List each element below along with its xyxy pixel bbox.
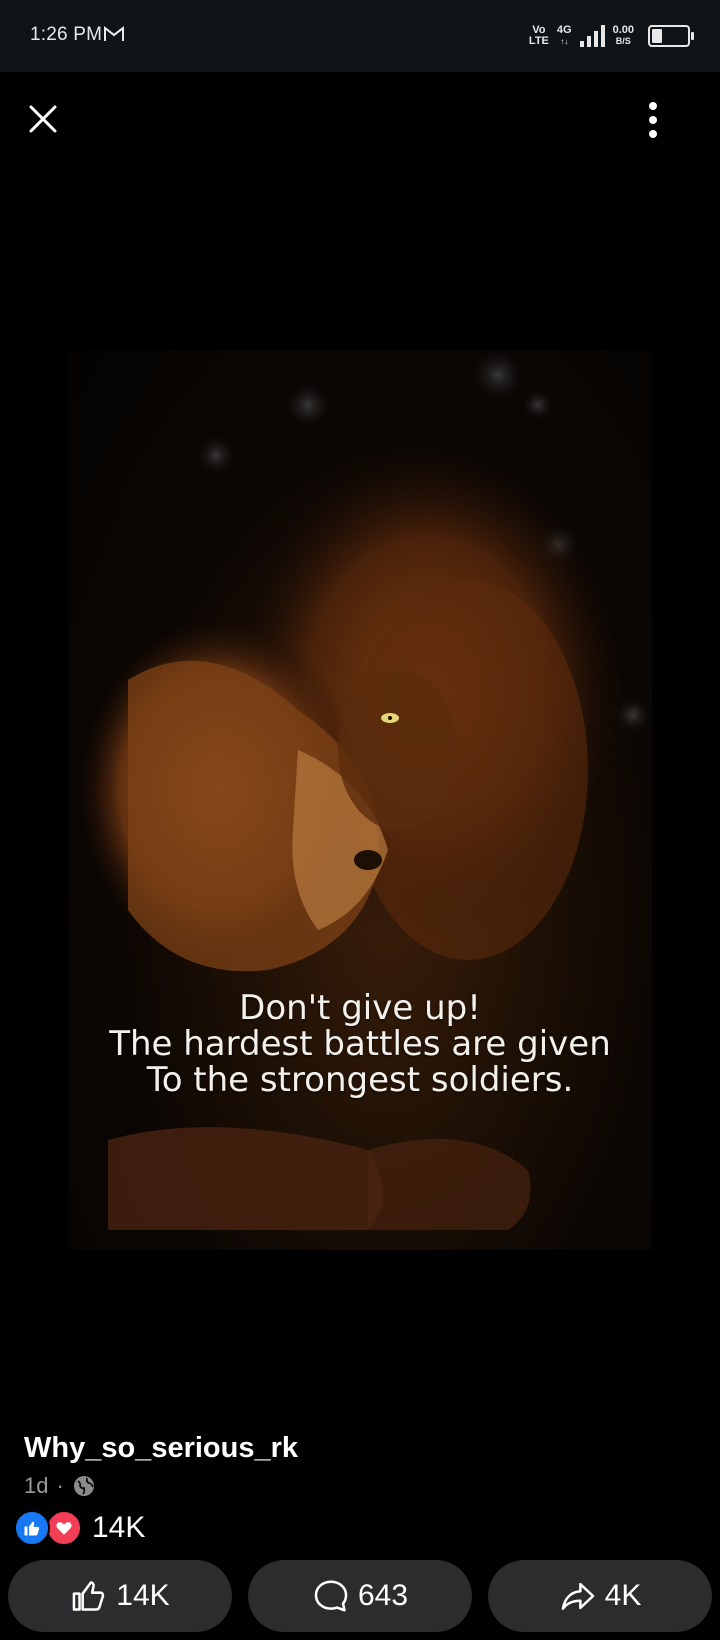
more-vertical-icon bbox=[649, 102, 657, 138]
like-icon bbox=[72, 1581, 105, 1611]
data-speed: 0.00 B/S bbox=[612, 24, 634, 47]
like-count: 14K bbox=[116, 1579, 170, 1612]
status-bar: 1:26 PM Vo LTE 4G ↑↓ 0.00 B/S bbox=[0, 0, 720, 72]
post-meta: 1d · bbox=[24, 1473, 96, 1499]
action-bar: 14K 643 4K bbox=[8, 1560, 712, 1632]
battery-icon bbox=[648, 25, 694, 47]
volte-indicator: Vo LTE bbox=[528, 24, 549, 47]
caption-line: To the strongest soldiers. bbox=[146, 1060, 574, 1100]
share-button[interactable]: 4K bbox=[488, 1560, 712, 1632]
comment-icon bbox=[314, 1580, 348, 1612]
reaction-count: 14K bbox=[92, 1511, 146, 1544]
love-reaction-icon bbox=[46, 1510, 82, 1546]
close-button[interactable] bbox=[22, 98, 64, 140]
signal-icon bbox=[579, 25, 605, 47]
globe-icon bbox=[73, 1476, 94, 1496]
meta-separator: · bbox=[56, 1473, 64, 1498]
status-time: 1:26 PM bbox=[30, 24, 103, 45]
post-image[interactable]: Don't give up! The hardest battles are g… bbox=[68, 350, 652, 1250]
caption-line: The hardest battles are given bbox=[109, 1024, 611, 1064]
like-button[interactable]: 14K bbox=[8, 1560, 232, 1632]
status-indicators: Vo LTE 4G ↑↓ 0.00 B/S bbox=[528, 20, 694, 52]
lion-illustration bbox=[78, 350, 652, 1230]
caption-line: Don't give up! bbox=[239, 988, 481, 1028]
author-name[interactable]: Why_so_serious_rk bbox=[24, 1432, 298, 1465]
reactions-summary[interactable]: 14K bbox=[14, 1510, 145, 1546]
share-icon bbox=[561, 1582, 594, 1610]
comment-button[interactable]: 643 bbox=[248, 1560, 472, 1632]
image-caption: Don't give up! The hardest battles are g… bbox=[68, 990, 652, 1098]
close-icon bbox=[29, 105, 57, 133]
network-type: 4G ↑↓ bbox=[556, 24, 572, 47]
post-time[interactable]: 1d bbox=[24, 1473, 48, 1499]
gmail-icon bbox=[104, 25, 124, 41]
more-options-button[interactable] bbox=[646, 100, 660, 140]
like-reaction-icon bbox=[14, 1510, 50, 1546]
comment-count: 643 bbox=[357, 1579, 409, 1612]
share-count: 4K bbox=[604, 1579, 642, 1612]
